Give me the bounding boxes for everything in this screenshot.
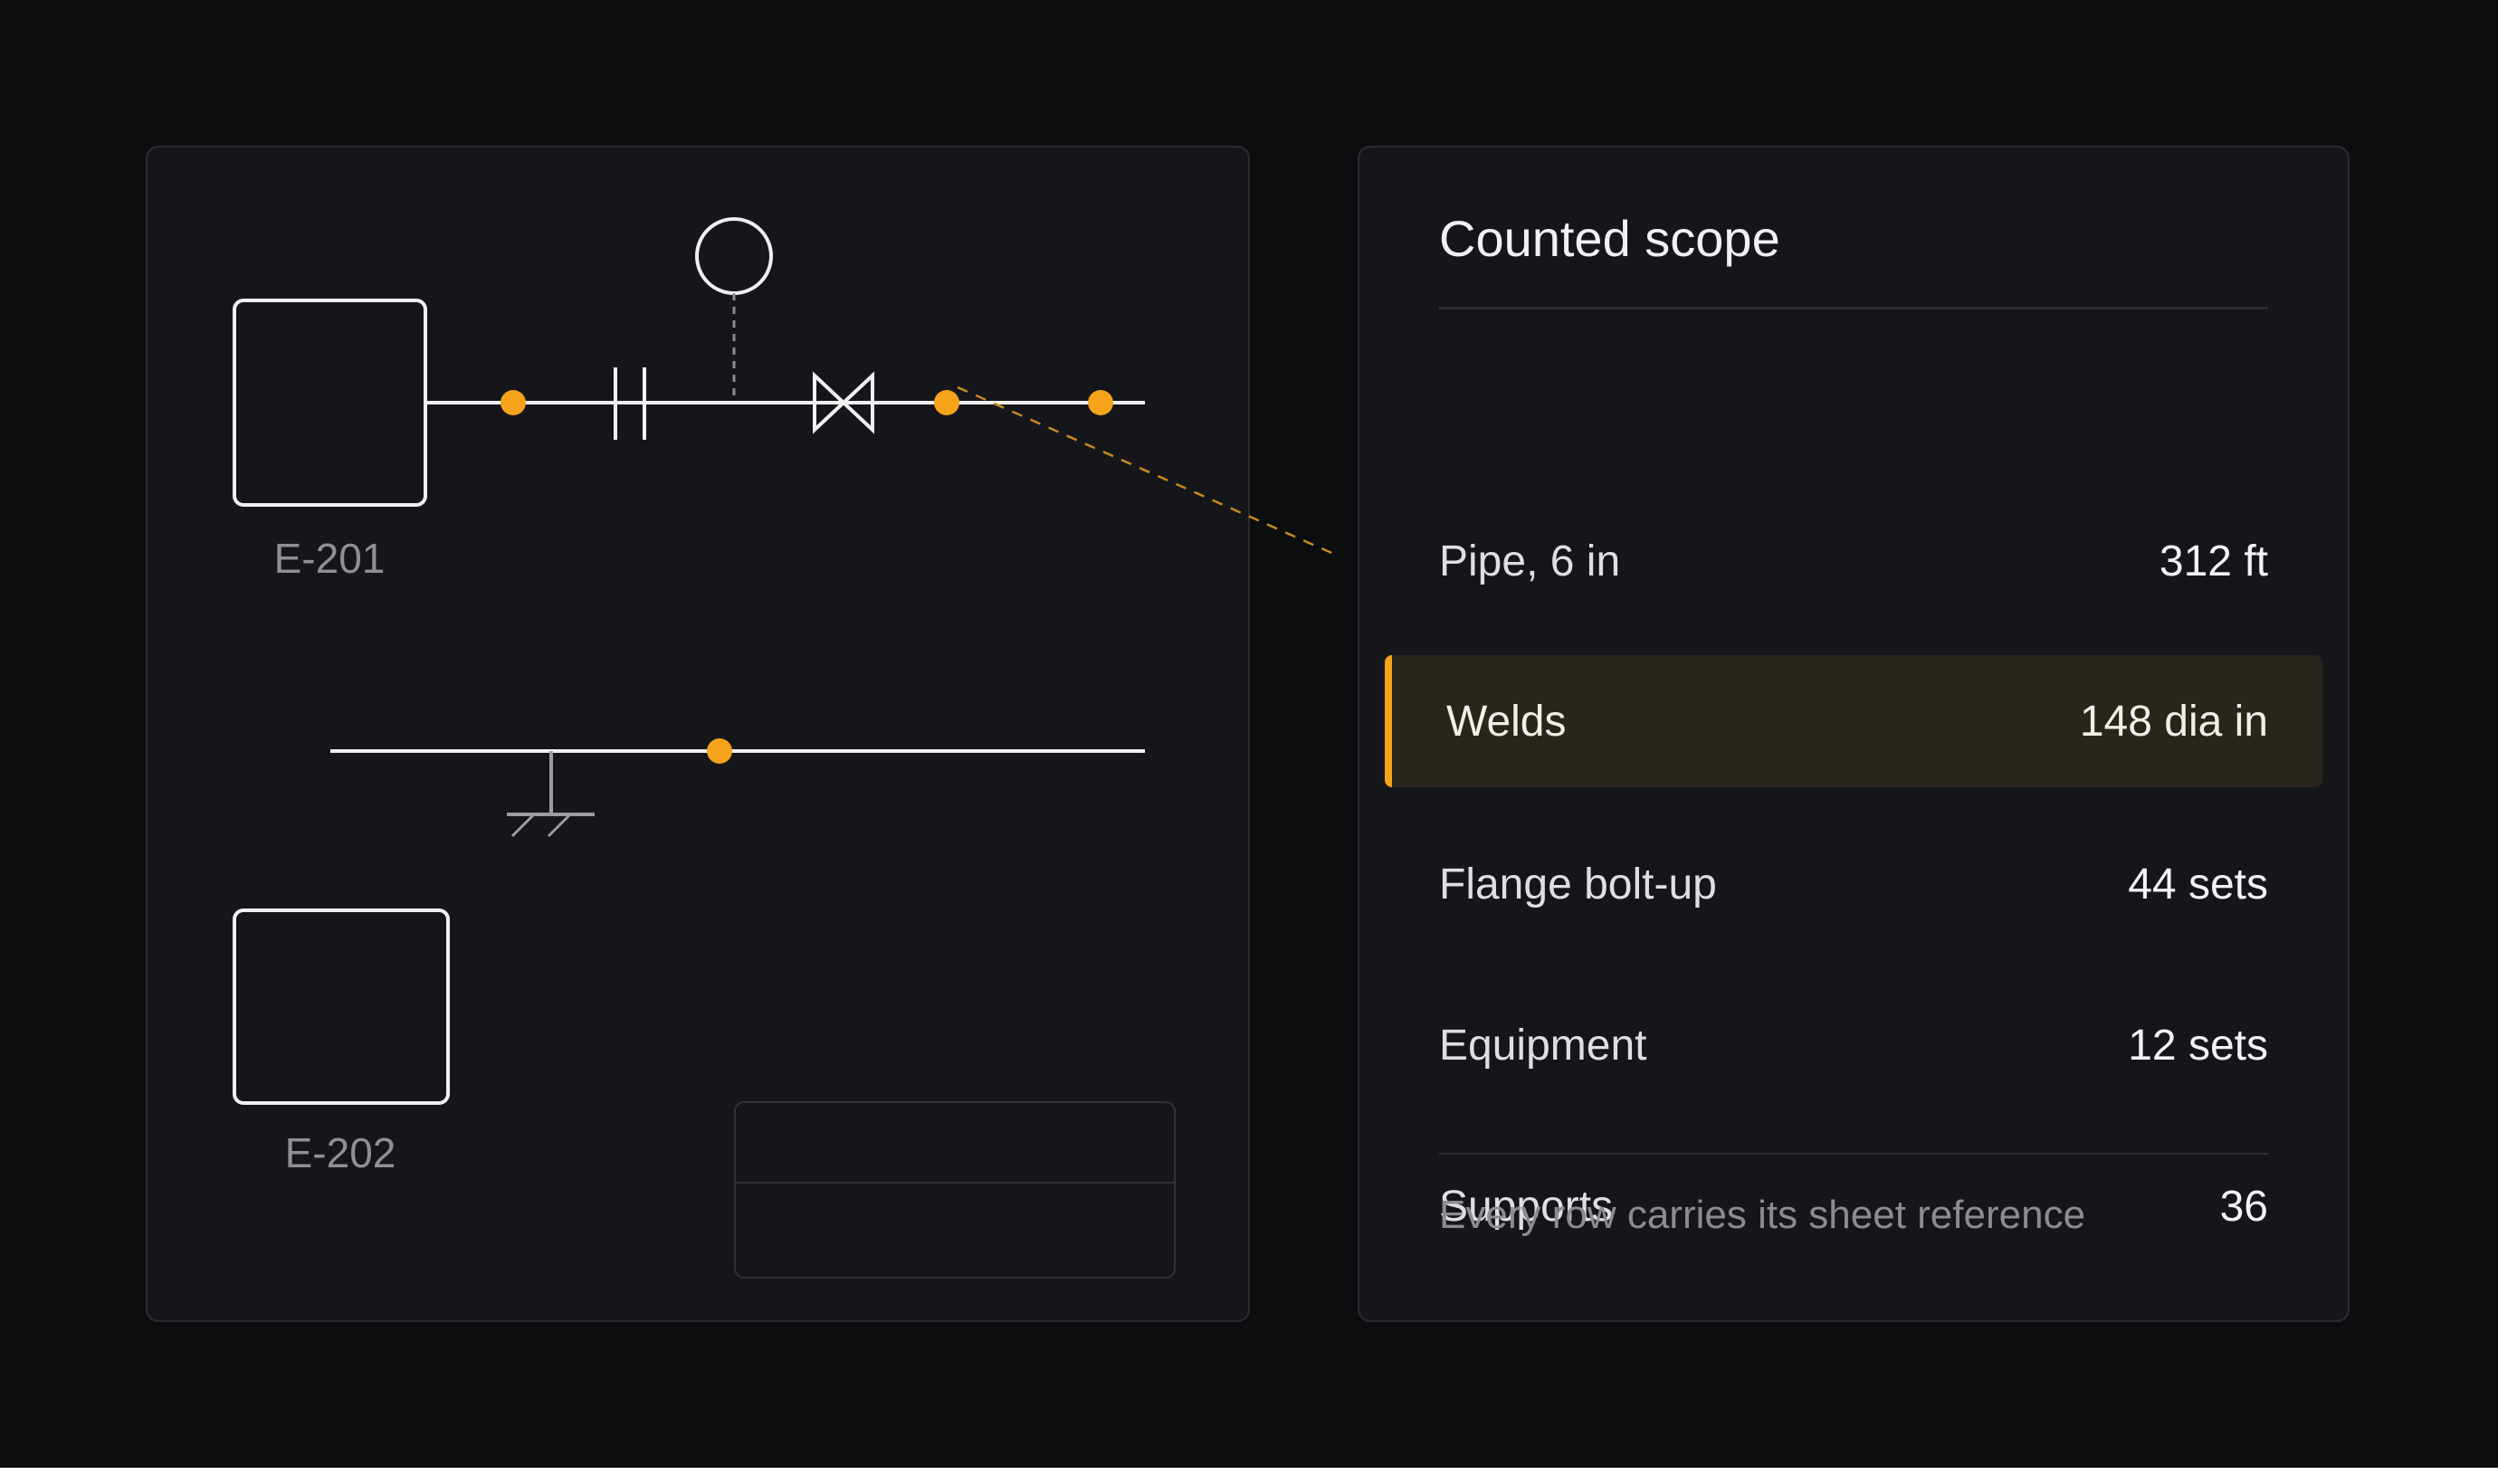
weld-point[interactable]: [707, 738, 732, 764]
weld-callout-leader: [957, 385, 1339, 557]
weld-point[interactable]: [501, 390, 526, 415]
title-block: [734, 1101, 1176, 1279]
ground-hatch: [510, 813, 536, 838]
equipment-e202-box[interactable]: [233, 908, 450, 1105]
scope-footnote: Every row carries its sheet reference: [1439, 1193, 2086, 1237]
canvas: Counted scope Pipe, 6 in 312 ft Welds 14…: [0, 0, 2498, 1468]
equipment-e202-label: E-202: [285, 1129, 396, 1176]
equipment-e201-box[interactable]: [233, 299, 427, 507]
weld-point[interactable]: [1088, 390, 1113, 415]
isometric-drawing: E-201 E-202: [233, 217, 2268, 1279]
ground-hatch: [547, 813, 572, 838]
instrument-bubble-icon[interactable]: [695, 217, 773, 295]
weld-point[interactable]: [934, 390, 959, 415]
equipment-e201-label: E-201: [274, 535, 386, 582]
